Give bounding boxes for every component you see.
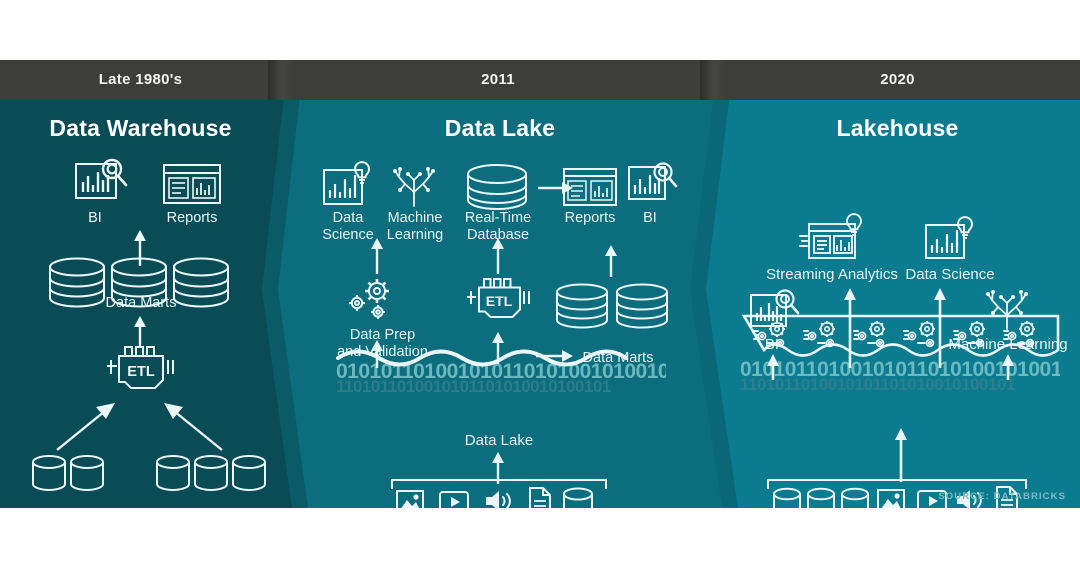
- reports-dashboard-icon-lake: [563, 168, 617, 206]
- dashboard-bulb-icon: [799, 213, 864, 262]
- bar-chart-bulb-icon-lakehouse: [925, 216, 975, 262]
- year-label-warehouse: Late 1980's: [98, 71, 183, 88]
- operational-data-cylinders: [154, 453, 270, 495]
- reports-dashboard-icon: [163, 164, 221, 204]
- label-bi-lake: BI: [643, 210, 657, 226]
- label-data-marts-warehouse: Data Marts: [105, 295, 177, 311]
- source-icon-image-lake: [396, 490, 424, 508]
- etl-funnel-icon-lake: ETL: [462, 278, 536, 328]
- arrow-sources-to-engine: [893, 428, 909, 482]
- label-reports-lake: Reports: [564, 210, 616, 226]
- wave-binary-icon: [336, 342, 668, 368]
- gears-row-icon: [741, 314, 1060, 366]
- bi-chart-magnifier-icon: [74, 158, 130, 204]
- arrow-marts-to-reports-lake: [603, 245, 619, 277]
- arrow-operational-to-etl: [162, 398, 224, 452]
- panel-title-lake: Data Lake: [444, 115, 556, 141]
- infographic-canvas: Data Warehouse BI Reports Data Marts ETL…: [0, 0, 1080, 567]
- arrow-prep-to-science: [369, 238, 385, 274]
- source-icon-audio-lake: [484, 488, 514, 508]
- bi-chart-magnifier-icon-lake: [628, 161, 680, 205]
- year-label-lake: 2011: [481, 71, 515, 88]
- source-icon-database-lakehouse-3: [840, 487, 870, 508]
- label-machine-learning-lake: Machine Learning: [386, 210, 444, 243]
- year-label-lakehouse: 2020: [880, 71, 915, 88]
- label-data-lake: Data Lake: [464, 432, 534, 449]
- etl-funnel-icon: ETL: [101, 346, 181, 398]
- label-data-science-lakehouse: Data Science: [905, 266, 995, 283]
- panel-title-warehouse: Data Warehouse: [49, 115, 232, 141]
- external-data-cylinders: [30, 453, 108, 495]
- source-icon-image-lakehouse: [877, 489, 905, 508]
- source-icon-database-lakehouse-1: [772, 487, 802, 508]
- label-reports-warehouse: Reports: [166, 210, 218, 226]
- source-icon-database-lake: [562, 487, 594, 508]
- figure-area: Data Warehouse BI Reports Data Marts ETL…: [0, 60, 1080, 508]
- timeline-header-bar: Late 1980's 2011 2020: [0, 60, 1080, 100]
- data-marts-cylinders-lake: [554, 282, 680, 332]
- gears-icon-prep: [344, 275, 404, 325]
- source-icon-video-lake: [439, 491, 469, 508]
- bar-chart-bulb-icon-lake: [323, 161, 371, 208]
- etl-text: ETL: [127, 364, 155, 380]
- arrow-etl-to-db: [490, 238, 506, 274]
- arrow-external-to-etl: [55, 398, 117, 452]
- arrow-etl-to-marts: [132, 316, 148, 348]
- source-icon-database-lakehouse-2: [806, 487, 836, 508]
- panel-title-lakehouse: Lakehouse: [836, 115, 959, 141]
- etl-text-lake: ETL: [486, 293, 513, 309]
- realtime-database-icon: [466, 164, 530, 212]
- source-credit: SOURCE: DATABRICKS: [938, 491, 1066, 502]
- source-icon-document-lake: [528, 487, 552, 508]
- label-bi-warehouse: BI: [88, 210, 102, 226]
- neural-tree-icon-lake: [391, 163, 437, 207]
